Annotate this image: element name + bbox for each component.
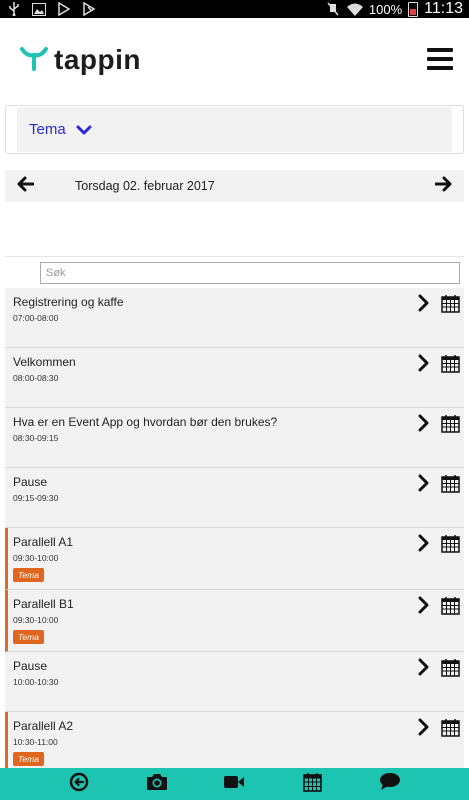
agenda-item-title: Registrering og kaffe: [13, 295, 124, 309]
status-bar: 100% 11:13: [0, 0, 469, 18]
hamburger-icon-bar: [427, 57, 453, 61]
status-bar-right: 100% 11:13: [325, 0, 463, 18]
calendar-button[interactable]: [297, 770, 327, 798]
arrow-left-icon: [16, 176, 35, 197]
agenda-item[interactable]: Parallell B1 09:30-10:00 Tema: [5, 590, 464, 652]
tappin-logo-icon: [20, 45, 48, 76]
add-to-calendar-icon[interactable]: [441, 718, 460, 737]
theme-filter: Tema: [5, 105, 464, 154]
chat-button[interactable]: [375, 770, 405, 798]
clock: 11:13: [424, 0, 463, 17]
agenda-item-time: 10:00-10:30: [13, 677, 59, 687]
chevron-right-icon[interactable]: [417, 294, 431, 312]
agenda-list: Registrering og kaffe 07:00-08:00 Velkom…: [5, 288, 464, 768]
chevron-down-icon: [76, 124, 92, 136]
agenda-item-title: Hva er en Event App og hvordan bør den b…: [13, 415, 278, 429]
agenda-item[interactable]: Pause 09:15-09:30: [5, 468, 464, 528]
agenda-item-time: 08:30-09:15: [13, 433, 59, 443]
flag-icon: [81, 2, 97, 16]
theme-dropdown-label: Tema: [29, 121, 66, 138]
agenda-item-time: 10:30-11:00: [13, 737, 58, 747]
hamburger-menu-button[interactable]: [427, 48, 453, 70]
agenda-item[interactable]: Pause 10:00-10:30: [5, 652, 464, 712]
chat-icon: [379, 772, 401, 796]
agenda-item[interactable]: Velkommen 08:00-08:30: [5, 348, 464, 408]
search-input[interactable]: [40, 262, 460, 284]
hamburger-icon-bar: [427, 48, 453, 52]
add-to-calendar-icon[interactable]: [441, 354, 460, 373]
calendar-icon: [302, 772, 322, 797]
chevron-right-icon[interactable]: [417, 534, 431, 552]
bottom-navigation: [0, 768, 469, 800]
add-to-calendar-icon[interactable]: [441, 658, 460, 677]
agenda-item[interactable]: Hva er en Event App og hvordan bør den b…: [5, 408, 464, 468]
chevron-right-icon[interactable]: [417, 474, 431, 492]
add-to-calendar-icon[interactable]: [441, 294, 460, 313]
agenda-item-title: Pause: [13, 659, 48, 673]
agenda-item[interactable]: Registrering og kaffe 07:00-08:00: [5, 288, 464, 348]
logo-text: tappin: [54, 44, 141, 75]
battery-icon: [408, 1, 419, 17]
agenda-item-time: 07:00-08:00: [13, 313, 59, 323]
agenda-item-time: 09:30-10:00: [13, 553, 59, 563]
mute-icon: [325, 2, 341, 16]
add-to-calendar-icon[interactable]: [441, 414, 460, 433]
next-day-button[interactable]: [424, 170, 464, 202]
camera-icon: [146, 773, 168, 796]
logo[interactable]: tappin: [20, 44, 141, 76]
app-header: tappin: [0, 18, 469, 100]
search-bar: [5, 256, 464, 288]
camera-button[interactable]: [142, 770, 172, 798]
back-icon: [69, 772, 89, 797]
agenda-item-time: 08:00-08:30: [13, 373, 59, 383]
add-to-calendar-icon[interactable]: [441, 474, 460, 493]
image-icon: [31, 2, 47, 16]
wifi-icon: [346, 2, 363, 16]
usb-icon: [6, 2, 22, 16]
theme-tag: Tema: [13, 630, 44, 644]
agenda-item[interactable]: Parallell A1 09:30-10:00 Tema: [5, 528, 464, 590]
chevron-right-icon[interactable]: [417, 718, 431, 736]
agenda-item-title: Velkommen: [13, 355, 76, 369]
agenda-item-title: Parallell A2: [13, 719, 74, 733]
video-icon: [223, 774, 245, 795]
agenda-item-title: Pause: [13, 475, 48, 489]
chevron-right-icon[interactable]: [417, 414, 431, 432]
add-to-calendar-icon[interactable]: [441, 596, 460, 615]
agenda-item-title: Parallell B1: [13, 597, 74, 611]
theme-tag: Tema: [13, 752, 44, 766]
theme-tag: Tema: [13, 568, 44, 582]
back-button[interactable]: [64, 770, 94, 798]
battery-percent: 100%: [368, 1, 403, 17]
date-navigation: Torsdag 02. februar 2017: [5, 170, 464, 202]
agenda-item-time: 09:15-09:30: [13, 493, 59, 503]
hamburger-icon-bar: [427, 66, 453, 70]
chevron-right-icon[interactable]: [417, 354, 431, 372]
video-button[interactable]: [219, 770, 249, 798]
play-store-icon: [56, 2, 72, 16]
arrow-right-icon: [434, 176, 453, 197]
chevron-right-icon[interactable]: [417, 596, 431, 614]
previous-day-button[interactable]: [5, 170, 45, 202]
agenda-item[interactable]: Parallell A2 10:30-11:00 Tema: [5, 712, 464, 768]
add-to-calendar-icon[interactable]: [441, 534, 460, 553]
theme-dropdown[interactable]: Tema: [17, 107, 452, 152]
chevron-right-icon[interactable]: [417, 658, 431, 676]
current-date: Torsdag 02. februar 2017: [75, 179, 215, 193]
agenda-item-time: 09:30-10:00: [13, 615, 59, 625]
status-bar-left: [6, 2, 97, 16]
agenda-item-title: Parallell A1: [13, 535, 74, 549]
